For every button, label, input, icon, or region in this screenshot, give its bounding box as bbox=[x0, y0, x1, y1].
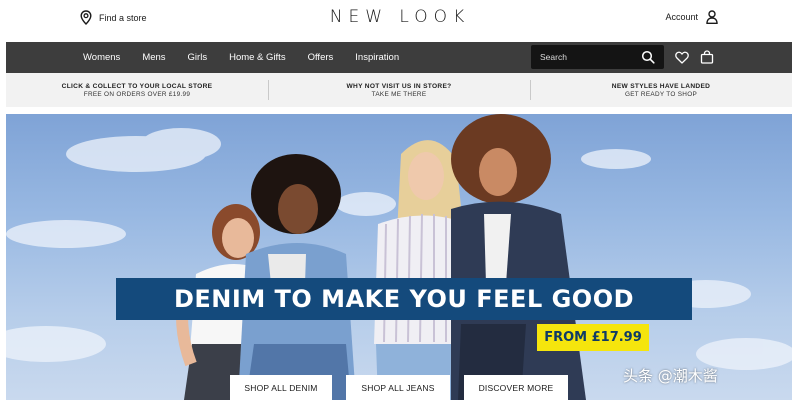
nav-item-mens[interactable]: Mens bbox=[142, 52, 165, 63]
find-store-link[interactable]: Find a store bbox=[80, 10, 147, 25]
account-link[interactable]: Account bbox=[665, 10, 718, 24]
hero-photo-models bbox=[6, 114, 792, 400]
promo-subtitle: FREE ON ORDERS OVER £19.99 bbox=[83, 90, 191, 98]
shopping-bag-icon[interactable] bbox=[700, 50, 714, 64]
nav-item-girls[interactable]: Girls bbox=[188, 52, 208, 63]
nav-item-offers[interactable]: Offers bbox=[308, 52, 334, 63]
shop-all-denim-button[interactable]: SHOP ALL DENIM bbox=[230, 375, 332, 400]
location-pin-icon bbox=[80, 10, 92, 25]
promo-title: WHY NOT VISIT US IN STORE? bbox=[346, 82, 452, 90]
promo-click-collect[interactable]: CLICK & COLLECT TO YOUR LOCAL STORE FREE… bbox=[6, 73, 268, 107]
search-icon[interactable] bbox=[641, 50, 655, 64]
wishlist-heart-icon[interactable] bbox=[675, 51, 689, 64]
user-icon bbox=[706, 10, 718, 24]
promo-strip: CLICK & COLLECT TO YOUR LOCAL STORE FREE… bbox=[6, 73, 792, 107]
search-box bbox=[531, 45, 664, 69]
promo-title: NEW STYLES HAVE LANDED bbox=[611, 82, 711, 90]
price-badge: FROM £17.99 bbox=[537, 324, 649, 351]
nav-menu: Womens Mens Girls Home & Gifts Offers In… bbox=[83, 42, 421, 73]
price-label: FROM £17.99 bbox=[544, 330, 642, 345]
hero-headline: DENIM TO MAKE YOU FEEL GOOD bbox=[173, 285, 635, 313]
top-header: Find a store NEW LOOK Account bbox=[0, 0, 800, 42]
find-store-label: Find a store bbox=[99, 12, 147, 23]
promo-visit-store[interactable]: WHY NOT VISIT US IN STORE? TAKE ME THERE bbox=[268, 73, 530, 107]
promo-subtitle: GET READY TO SHOP bbox=[624, 90, 698, 98]
main-nav: Womens Mens Girls Home & Gifts Offers In… bbox=[6, 42, 792, 73]
discover-more-button[interactable]: DISCOVER MORE bbox=[464, 375, 568, 400]
account-label: Account bbox=[665, 12, 698, 22]
search-input[interactable] bbox=[540, 52, 635, 62]
nav-item-inspiration[interactable]: Inspiration bbox=[355, 52, 399, 63]
shop-all-jeans-button[interactable]: SHOP ALL JEANS bbox=[346, 375, 450, 400]
hero-banner[interactable]: DENIM TO MAKE YOU FEEL GOOD FROM £17.99 … bbox=[6, 114, 792, 400]
nav-item-womens[interactable]: Womens bbox=[83, 52, 120, 63]
promo-new-styles[interactable]: NEW STYLES HAVE LANDED GET READY TO SHOP bbox=[530, 73, 792, 107]
brand-logo[interactable]: NEW LOOK bbox=[300, 7, 500, 27]
promo-subtitle: TAKE ME THERE bbox=[371, 90, 427, 98]
nav-item-home-gifts[interactable]: Home & Gifts bbox=[229, 52, 286, 63]
promo-title: CLICK & COLLECT TO YOUR LOCAL STORE bbox=[61, 82, 213, 90]
hero-headline-banner: DENIM TO MAKE YOU FEEL GOOD bbox=[116, 278, 692, 320]
watermark: 头条 @潮木酱 bbox=[623, 367, 718, 385]
